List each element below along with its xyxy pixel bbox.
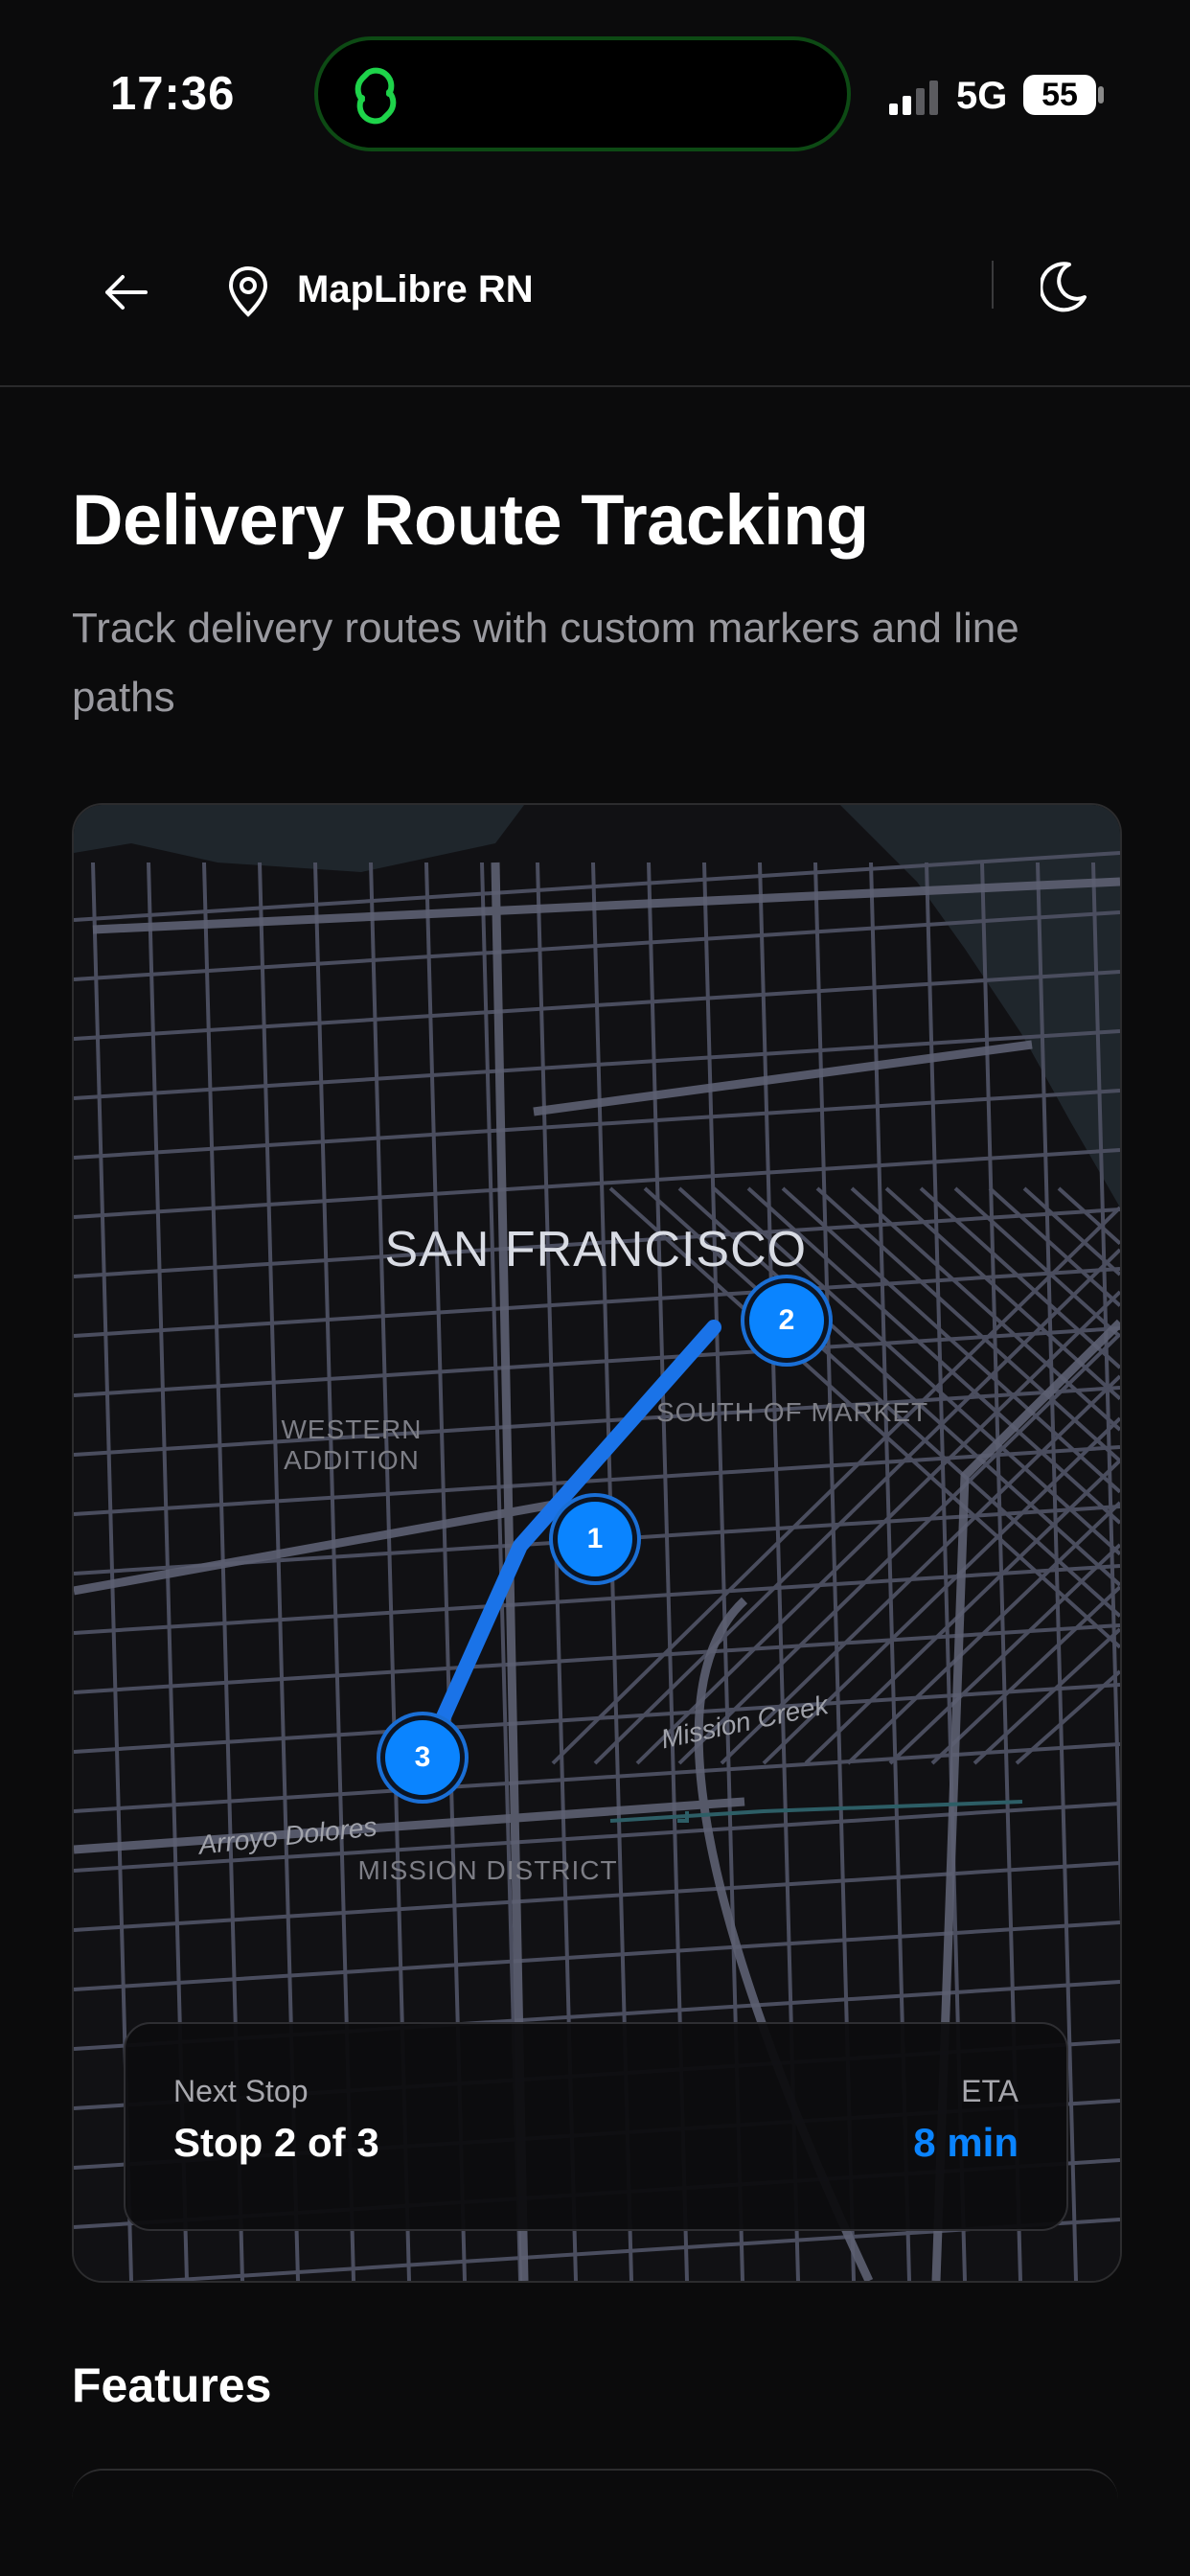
route-marker-1[interactable]: 1 [553, 1497, 637, 1581]
back-button[interactable] [92, 259, 159, 326]
eta-value: 8 min [913, 2120, 1018, 2165]
map-label-western-addition: WESTERN ADDITION [281, 1414, 423, 1475]
map-label-mission-district: MISSION DISTRICT [357, 1855, 618, 1885]
network-type: 5G [956, 75, 1008, 117]
status-time: 17:36 [110, 68, 236, 120]
battery-tip [1098, 86, 1104, 104]
features-heading: Features [72, 2358, 272, 2412]
status-bar: 17:36 5G 55 [0, 0, 1190, 192]
page-subtitle: Track delivery routes with custom marker… [72, 605, 1019, 721]
back-arrow-icon [105, 275, 148, 310]
app-link-icon [355, 67, 397, 125]
features-card [72, 2469, 1118, 2528]
page-title: Delivery Route Tracking [72, 480, 869, 560]
eta-label: ETA [961, 2074, 1018, 2108]
next-stop-label: Next Stop [173, 2074, 309, 2108]
next-stop-panel: Next Stop Stop 2 of 3 ETA 8 min [124, 2022, 1068, 2231]
route-marker-2[interactable]: 2 [744, 1278, 829, 1363]
dynamic-island [314, 36, 851, 151]
next-stop-value: Stop 2 of 3 [173, 2120, 379, 2165]
app-title: MapLibre RN [297, 268, 534, 310]
app-header: MapLibre RN [0, 211, 1190, 387]
route-marker-3[interactable]: 3 [380, 1715, 465, 1800]
map-label-south-of-market: SOUTH OF MARKET [656, 1397, 929, 1427]
map-label-city: SAN FRANCISCO [384, 1222, 808, 1277]
header-divider [992, 261, 994, 309]
location-pin-icon [228, 265, 268, 317]
moon-icon[interactable] [1041, 259, 1090, 316]
map-view[interactable]: SAN FRANCISCO WESTERN ADDITION SOUTH OF … [72, 803, 1122, 2283]
battery-icon: 55 [1023, 75, 1096, 115]
signal-icon [889, 80, 938, 115]
